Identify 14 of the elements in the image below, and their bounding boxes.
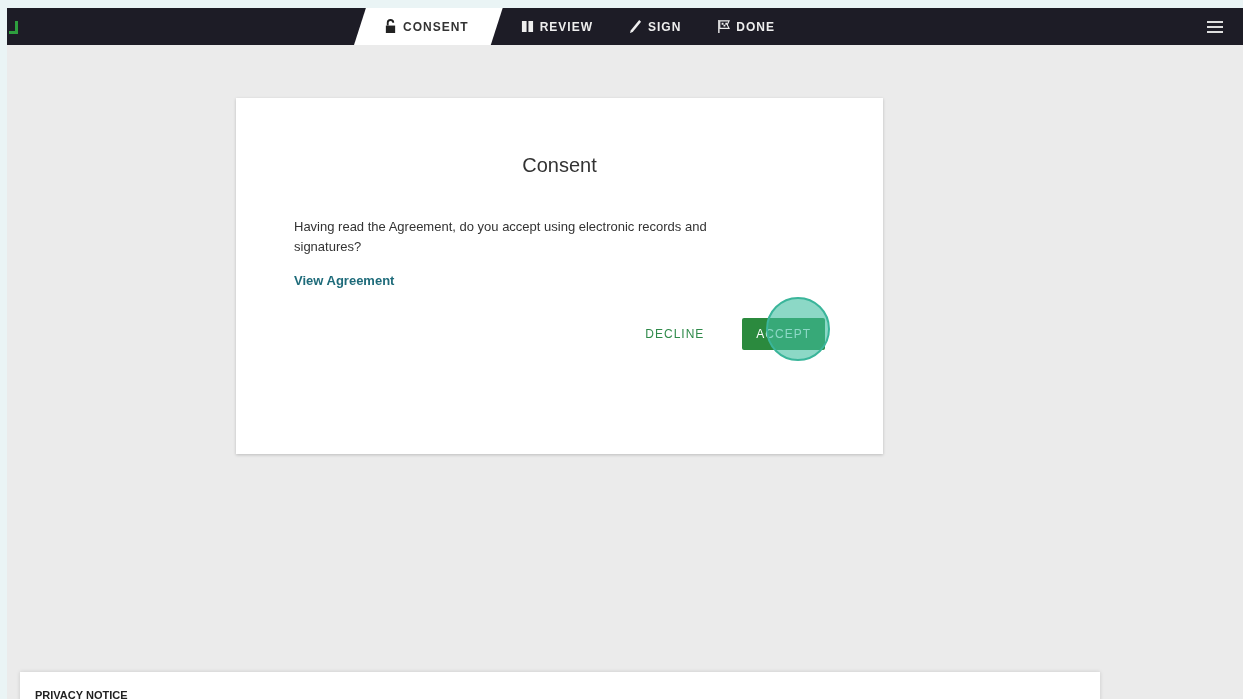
privacy-title: PRIVACY NOTICE (35, 689, 128, 699)
card-title: Consent (522, 154, 597, 177)
step-tab[interactable]: SIGN (611, 8, 700, 45)
step-tab[interactable]: REVIEW (502, 8, 611, 45)
step-tab[interactable]: CONSENT (354, 8, 503, 45)
decline-button[interactable]: DECLINE (631, 318, 719, 350)
flag-icon (717, 19, 731, 34)
menu-icon[interactable] (1207, 19, 1223, 34)
pen-icon (629, 19, 642, 34)
step-tab[interactable]: DONE (699, 8, 794, 45)
lock-icon (384, 19, 397, 34)
consent-text: Having read the Agreement, do you accept using electronic records and signatures? (294, 218, 708, 256)
book-icon (520, 19, 534, 34)
view-agreement-link[interactable]: View Agreement (294, 273, 395, 288)
